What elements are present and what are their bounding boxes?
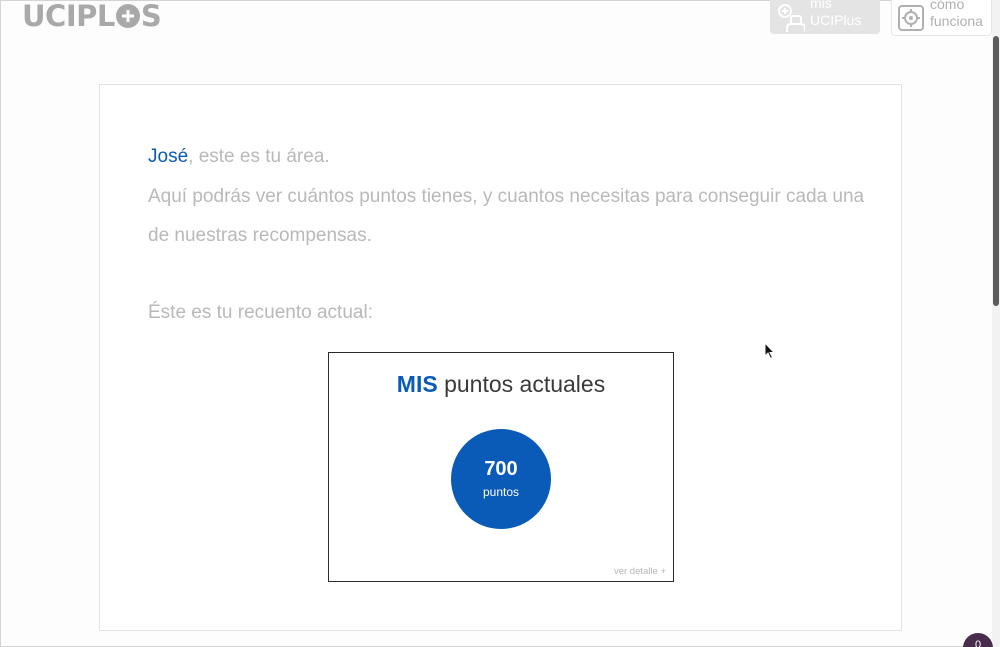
como-funciona-button[interactable]: cómo funciona	[891, 0, 992, 36]
user-area-card: José, este es tu área. Aquí podrás ver c…	[99, 84, 902, 631]
user-name: José	[148, 146, 189, 167]
points-circle: 700 puntos	[451, 429, 551, 529]
intro-description: Aquí podrás ver cuántos puntos tienes, y…	[148, 185, 865, 247]
points-widget: MIS puntos actuales 700 puntos ver detal…	[328, 352, 674, 582]
plus-circle-icon	[115, 4, 140, 28]
como-funciona-label: cómo funciona	[930, 0, 983, 30]
logo-text-right: S	[140, 0, 162, 33]
mis-uciplus-label: mis UCIPlus	[810, 0, 861, 29]
scrollbar-thumb[interactable]	[993, 36, 999, 306]
mouse-cursor-icon	[764, 342, 776, 360]
points-value: 700	[484, 458, 518, 480]
points-title-rest: puntos actuales	[437, 371, 606, 397]
view-detail-link[interactable]: ver detalle +	[614, 566, 666, 577]
mis-uciplus-label-line1: mis	[810, 0, 832, 11]
points-unit: puntos	[482, 485, 520, 499]
site-logo[interactable]: UCIPL S	[22, 0, 162, 33]
gear-icon	[892, 1, 930, 35]
vertical-scrollbar[interactable]	[992, 0, 1000, 647]
recount-label: Éste es tu recuento actual:	[148, 302, 373, 323]
mis-uciplus-label-line2: UCIPlus	[810, 12, 862, 28]
logo-text-left: UCIPL	[22, 0, 115, 33]
mis-uciplus-button[interactable]: mis UCIPlus	[770, 0, 880, 34]
chat-badge-count: 0	[974, 639, 982, 647]
points-title-strong: MIS	[396, 371, 438, 397]
intro-text: José, este es tu área. Aquí podrás ver c…	[148, 137, 868, 256]
top-bar: UCIPL S mis UCIPlus cómo funciona	[0, 0, 992, 36]
points-title: MIS puntos actuales	[329, 371, 673, 398]
como-funciona-label-line1: cómo	[930, 0, 965, 12]
como-funciona-label-line2: funciona	[930, 12, 983, 29]
user-add-icon	[770, 0, 810, 34]
greeting-text: , este es tu área.	[188, 146, 330, 167]
